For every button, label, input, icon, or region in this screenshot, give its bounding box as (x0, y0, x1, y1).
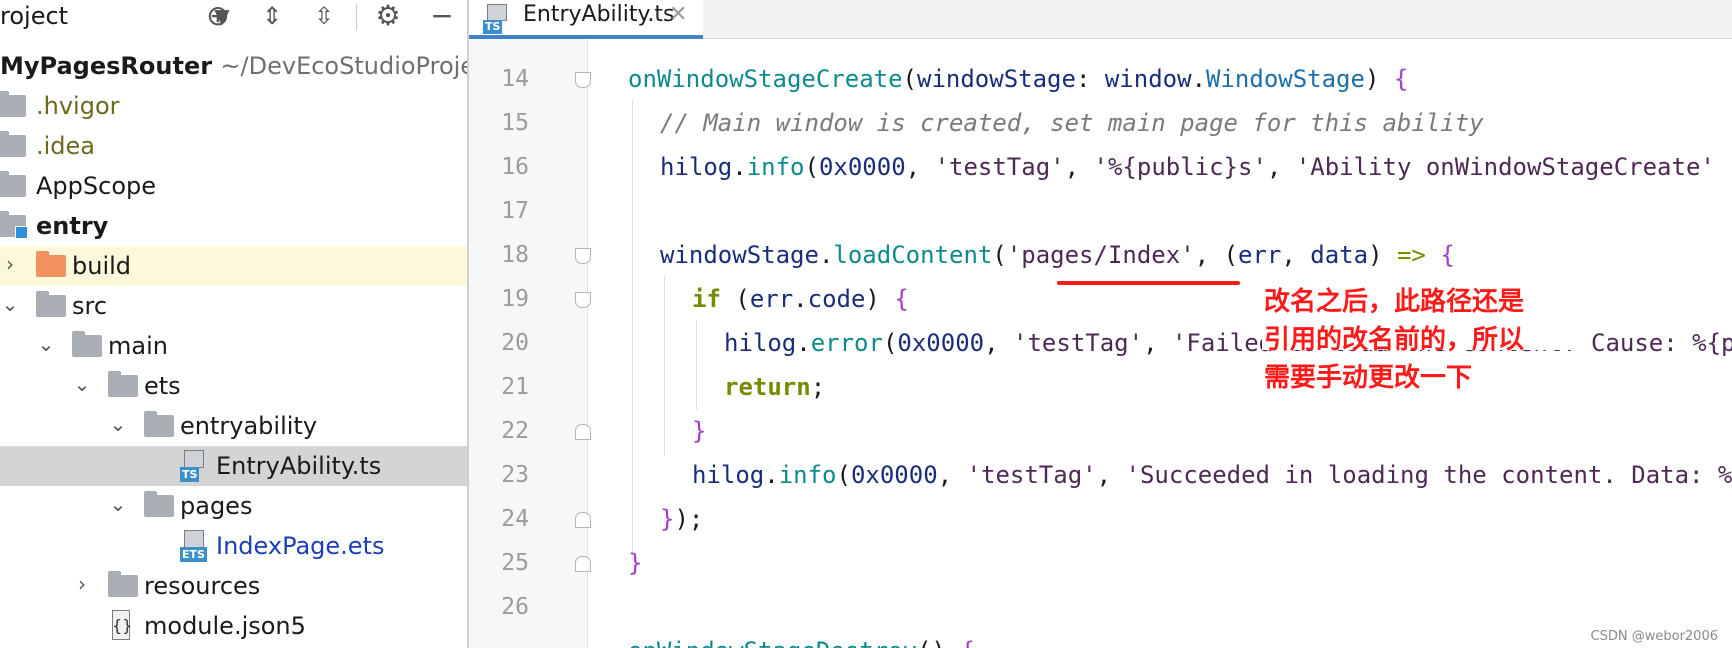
line-number: 24 (501, 506, 529, 532)
code-line-22: } (692, 417, 707, 445)
folder-icon (144, 491, 174, 517)
ets-file-icon: ETS (180, 530, 208, 562)
tree-item-appscope[interactable]: AppScope (0, 166, 467, 206)
tree-item-label: .idea (36, 132, 96, 160)
chevron-right-icon[interactable]: › (72, 572, 92, 596)
line-number: 23 (501, 462, 529, 488)
chevron-down-icon[interactable]: ⌄ (0, 292, 20, 316)
tree-item-module-json5[interactable]: {} module.json5 (0, 606, 467, 646)
line-number: 17 (501, 198, 529, 224)
chevron-down-icon[interactable]: ⌄ (108, 412, 128, 436)
tree-item-label: IndexPage.ets (216, 532, 385, 560)
tree-item-label: .hvigor (36, 92, 120, 120)
typescript-file-icon: TS (180, 450, 208, 482)
line-number: 19 (501, 286, 529, 312)
close-icon[interactable]: ✕ (669, 0, 687, 32)
annotation-line-1: 改名之后，此路径还是 (1264, 287, 1525, 317)
project-panel: roject ▼ ⊕ ⇕ ⇳ ⚙ − MyPagesRouter ~/DevEc… (0, 0, 488, 648)
code-line-15: // Main window is created, set main page… (660, 109, 1484, 137)
line-number: 16 (501, 154, 529, 180)
code-line-25: } (628, 549, 643, 577)
line-number: 25 (501, 550, 529, 576)
code-line-16: hilog.info(0x0000, 'testTag', '%{public}… (660, 153, 1715, 181)
gear-icon[interactable]: ⚙ (370, 0, 406, 32)
annotation-line-2: 引用的改名前的，所以 (1264, 325, 1525, 355)
annotation-underline (1057, 281, 1240, 285)
tree-item-label: main (108, 332, 168, 360)
tree-item-label: src (72, 292, 108, 320)
folder-icon (0, 171, 26, 197)
tree-item-label: entryability (180, 412, 318, 440)
tab-entryability-ts[interactable]: TS EntryAbility.ts ✕ (469, 0, 703, 39)
folder-icon (36, 251, 66, 277)
project-toolbar: roject ▼ ⊕ ⇕ ⇳ ⚙ − (0, 0, 467, 40)
chevron-down-icon[interactable]: ⌄ (36, 332, 56, 356)
tree-item-label: module.json5 (144, 612, 306, 640)
tree-item-build[interactable]: › build (0, 246, 467, 286)
tree-item-label: build (72, 252, 132, 280)
code-line-19: if (err.code) { (692, 285, 909, 313)
folder-icon (144, 411, 174, 437)
tree-item-label: pages (180, 492, 253, 520)
tree-item-project-root[interactable]: MyPagesRouter ~/DevEcoStudioProjec (0, 46, 488, 86)
tree-item-pages[interactable]: ⌄ pages (0, 486, 467, 526)
toolbar-divider (356, 4, 357, 30)
locate-file-icon[interactable]: ⊕ (200, 0, 236, 32)
editor-tab-bar: TS EntryAbility.ts ✕ (469, 0, 1732, 39)
module-folder-icon (0, 211, 28, 239)
folder-icon (108, 371, 138, 397)
tree-item-ets[interactable]: ⌄ ets (0, 366, 467, 406)
project-path: ~/DevEcoStudioProjec (220, 52, 489, 80)
tree-item-label: entry (36, 212, 109, 240)
tree-item-label: AppScope (36, 172, 156, 200)
chevron-down-icon[interactable]: ⌄ (108, 492, 128, 516)
line-number: 18 (501, 242, 529, 268)
line-number: 26 (501, 594, 529, 620)
expand-all-icon[interactable]: ⇕ (254, 0, 290, 32)
folder-icon (36, 291, 66, 317)
folder-icon (72, 331, 102, 357)
json-file-icon: {} (106, 610, 134, 642)
tree-item-indexpage-ets[interactable]: ETS IndexPage.ets (0, 526, 467, 566)
collapse-all-icon[interactable]: ⇳ (306, 0, 342, 32)
tree-item-entry[interactable]: entry (0, 206, 467, 246)
line-number: 21 (501, 374, 529, 400)
tree-item-hvigor[interactable]: .hvigor (0, 86, 467, 126)
tree-item-label: ets (144, 372, 181, 400)
watermark: CSDN @webor2006 (1590, 629, 1718, 644)
line-number: 20 (501, 330, 529, 356)
tree-item-idea[interactable]: .idea (0, 126, 467, 166)
tree-item-entryability-ts[interactable]: TS EntryAbility.ts (0, 446, 467, 486)
typescript-file-icon: TS (483, 4, 511, 34)
folder-icon (108, 571, 138, 597)
code-line-23: hilog.info(0x0000, 'testTag', 'Succeeded… (692, 461, 1732, 489)
tree-item-label: EntryAbility.ts (216, 452, 382, 480)
tree-item-label: MyPagesRouter (0, 52, 213, 80)
code-line-21: return; (724, 373, 826, 401)
tree-item-main[interactable]: ⌄ main (0, 326, 467, 366)
code-line-14: onWindowStageCreate(windowStage: window.… (628, 65, 1409, 93)
tree-item-resources[interactable]: › resources (0, 566, 467, 606)
tab-label: EntryAbility.ts (523, 2, 675, 27)
annotation-line-3: 需要手动更改一下 (1264, 363, 1473, 393)
tree-item-entryability[interactable]: ⌄ entryability (0, 406, 467, 446)
folder-icon (0, 131, 26, 157)
line-number: 15 (501, 110, 529, 136)
chevron-right-icon[interactable]: › (0, 252, 20, 276)
project-view-title[interactable]: roject (0, 0, 68, 32)
tree-item-label: resources (144, 572, 261, 600)
code-line-24: }); (660, 505, 704, 533)
tree-item-src[interactable]: ⌄ src (0, 286, 467, 326)
code-line-18: windowStage.loadContent('pages/Index', (… (660, 241, 1455, 269)
code-line-27: onWindowStageDestroy() { (628, 629, 975, 648)
folder-icon (0, 91, 26, 117)
minimize-icon[interactable]: − (424, 0, 460, 32)
chevron-down-icon[interactable]: ⌄ (72, 372, 92, 396)
line-number: 22 (501, 418, 529, 444)
line-number: 14 (501, 66, 529, 92)
